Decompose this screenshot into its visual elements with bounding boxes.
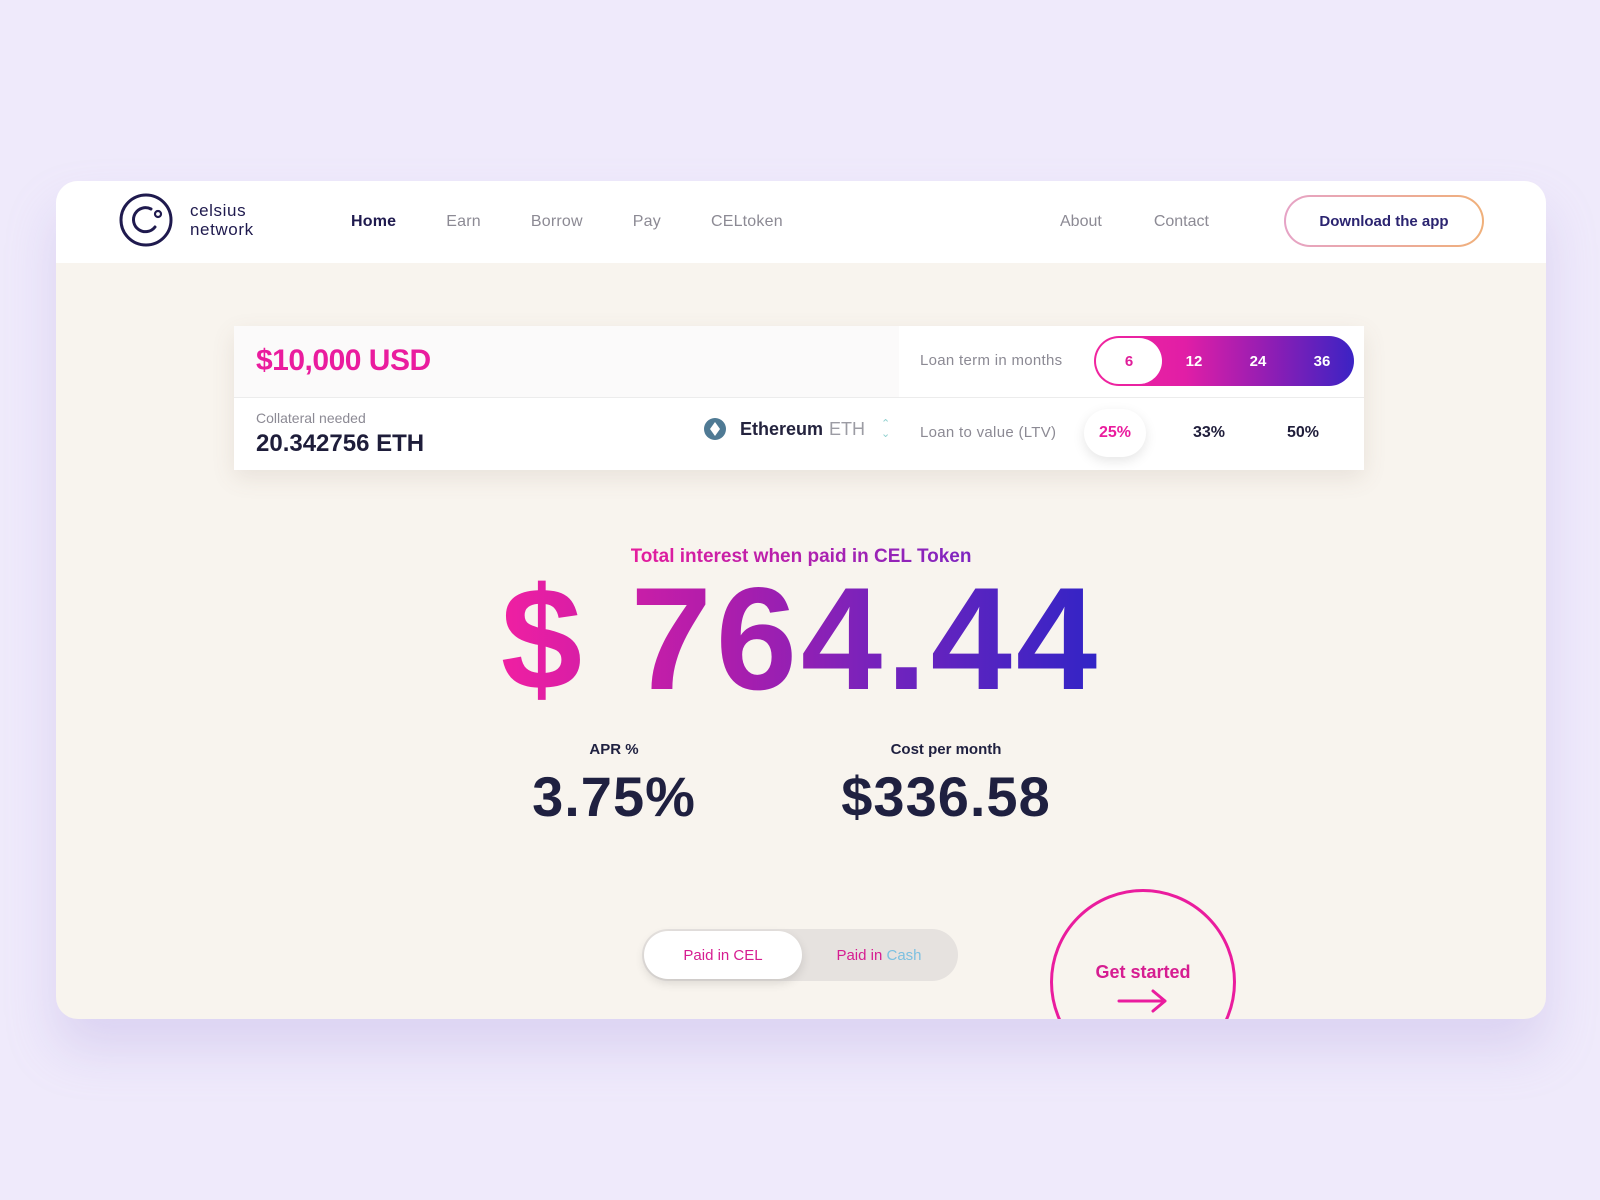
ethereum-icon <box>704 418 726 440</box>
get-started-button[interactable]: Get started <box>1050 889 1236 1019</box>
nav-earn[interactable]: Earn <box>446 213 481 231</box>
collateral-label: Collateral needed <box>256 410 366 426</box>
term-option-24[interactable]: 24 <box>1226 338 1290 384</box>
term-option-36[interactable]: 36 <box>1290 338 1354 384</box>
ltv-label: Loan to value (LTV) <box>920 424 1057 441</box>
asset-selector[interactable]: Ethereum ETH ⌃ ⌄ <box>704 418 890 440</box>
apr-label: APR % <box>589 741 639 758</box>
logo[interactable]: celsius network <box>118 192 254 248</box>
apr-value: 3.75% <box>532 765 696 828</box>
main-nav: Home Earn Borrow Pay CELtoken <box>351 181 833 263</box>
total-interest-value: $ 764.44 <box>500 557 1102 720</box>
chevron-up-down-icon[interactable]: ⌃ ⌄ <box>881 419 890 440</box>
nav-about[interactable]: About <box>1060 213 1102 231</box>
loan-term-selector: 6 12 24 36 <box>1094 336 1354 386</box>
secondary-nav: About Contact <box>1060 181 1261 263</box>
paid-in-cash-word: Cash <box>886 946 922 964</box>
loan-calculator: $10,000 USD Loan term in months 6 12 24 … <box>234 326 1364 470</box>
payment-method-toggle: Paid in CEL Paid in Cash <box>642 929 958 981</box>
ltv-selector: 25% 33% 50% <box>1076 402 1356 464</box>
download-app-button[interactable]: Download the app <box>1284 195 1484 247</box>
arrow-right-icon <box>1117 989 1167 1013</box>
paid-in-cash-option[interactable]: Paid in Cash <box>802 931 956 979</box>
main-card: celsius network Home Earn Borrow Pay CEL… <box>56 181 1546 1019</box>
celsius-logo-icon <box>119 193 173 247</box>
logo-line-2: network <box>190 220 254 239</box>
nav-home[interactable]: Home <box>351 213 396 231</box>
asset-symbol: ETH <box>829 418 866 439</box>
loan-term-label: Loan term in months <box>920 352 1063 369</box>
term-option-6[interactable]: 6 <box>1096 338 1162 384</box>
cost-per-month-value: $336.58 <box>841 765 1051 828</box>
logo-text: celsius network <box>190 201 254 239</box>
total-interest: $ 764.44 <box>56 559 1546 719</box>
cost-per-month-stat: Cost per month $336.58 <box>816 741 1076 829</box>
nav-borrow[interactable]: Borrow <box>531 213 583 231</box>
logo-line-1: celsius <box>190 201 247 220</box>
asset-name: Ethereum <box>740 418 824 439</box>
collateral-value: 20.342756 ETH <box>256 430 425 457</box>
nav-celtoken[interactable]: CELtoken <box>711 213 783 231</box>
site-header: celsius network Home Earn Borrow Pay CEL… <box>56 181 1546 263</box>
amount-field[interactable]: $10,000 USD <box>234 326 899 398</box>
loan-amount[interactable]: $10,000 USD <box>256 344 431 378</box>
get-started-label: Get started <box>1095 962 1191 982</box>
term-option-12[interactable]: 12 <box>1162 338 1226 384</box>
ltv-option-50[interactable]: 50% <box>1272 409 1334 457</box>
nav-pay[interactable]: Pay <box>633 213 661 231</box>
nav-contact[interactable]: Contact <box>1154 213 1209 231</box>
ltv-option-25[interactable]: 25% <box>1084 409 1146 457</box>
ltv-option-33[interactable]: 33% <box>1178 409 1240 457</box>
paid-in-cel-option[interactable]: Paid in CEL <box>644 931 802 979</box>
cost-per-month-label: Cost per month <box>890 741 1002 758</box>
apr-stat: APR % 3.75% <box>514 741 714 829</box>
paid-in-cash-prefix: Paid in <box>836 946 883 964</box>
